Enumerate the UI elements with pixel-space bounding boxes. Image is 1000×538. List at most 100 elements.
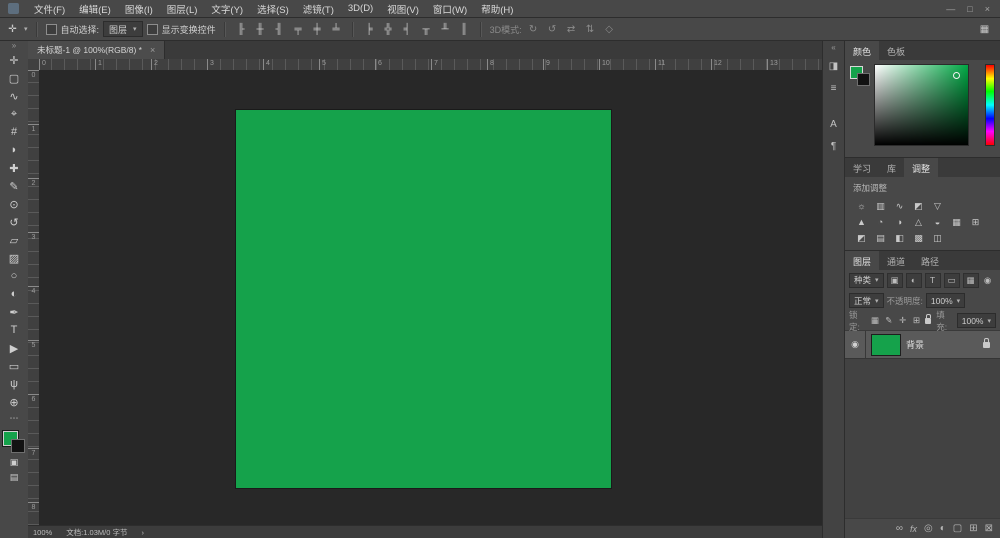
new-adjustment-icon[interactable]: ◐ [940,523,946,534]
dodge-tool[interactable]: ◐ [2,285,26,303]
3d-rotate-icon[interactable]: ↻ [526,21,541,37]
3d-slide-icon[interactable]: ⇅ [583,21,598,37]
delete-layer-icon[interactable]: ⊠ [985,523,993,534]
lock-transparency-icon[interactable]: ▦ [870,315,881,326]
menu-window[interactable]: 窗口(W) [426,2,474,16]
tab-swatches[interactable]: 色板 [879,41,913,60]
background-swatch[interactable] [857,73,870,86]
document-canvas[interactable] [236,110,611,488]
selective-color-icon[interactable]: ◫ [929,231,946,245]
auto-select-target-select[interactable]: 图层 ▾ [103,21,143,37]
edit-toolbar-icon[interactable]: ⋯ [2,411,26,426]
marquee-tool[interactable]: ▢ [2,69,26,87]
lasso-tool[interactable]: ∿ [2,87,26,105]
tab-paths[interactable]: 路径 [913,251,947,270]
path-selection-tool[interactable]: ▶ [2,339,26,357]
distribute-top-icon[interactable]: ╥ [419,21,434,37]
document-tab[interactable]: 未标题-1 @ 100%(RGB/8) * × [28,41,165,59]
lock-pixels-icon[interactable]: ✎ [883,315,894,326]
align-left-icon[interactable]: ╟ [234,21,249,37]
invert-icon[interactable]: ◩ [853,231,870,245]
lock-all-icon[interactable] [925,318,931,324]
layer-filter-select[interactable]: 种类 ▾ [849,273,884,288]
more-adjust-icon[interactable]: ▽ [929,199,946,213]
3d-scale-icon[interactable]: ◇ [602,21,617,37]
zoom-level[interactable]: 100% [33,528,52,537]
expand-panels-icon[interactable]: « [831,41,835,55]
workspace-icon[interactable]: ▦ [977,21,992,37]
show-transform-checkbox[interactable] [147,24,158,35]
align-center-h-icon[interactable]: ╫ [253,21,268,37]
paragraph-panel-icon[interactable]: ¶ [824,135,843,157]
add-mask-icon[interactable]: ◎ [924,523,933,534]
saturation-brightness-picker[interactable] [874,64,969,146]
app-icon[interactable] [8,3,19,14]
background-color-swatch[interactable] [11,439,25,453]
layer-effects-icon[interactable]: fx [910,524,917,534]
visibility-toggle[interactable]: ◉ [845,331,866,358]
lock-position-icon[interactable]: ✛ [897,315,908,326]
photo-filter-icon[interactable]: ◒ [929,215,946,229]
distribute-bottom-icon[interactable]: ╨ [438,21,453,37]
distribute-vertical-icon[interactable]: ║ [457,21,472,37]
minimize-button[interactable]: — [946,4,955,14]
color-balance-icon[interactable]: ◑ [891,215,908,229]
filter-shape-icon[interactable]: ▭ [944,273,960,288]
auto-select-checkbox[interactable] [46,24,57,35]
color-lookup-icon[interactable]: ⊞ [967,215,984,229]
toolbar-collapse-icon[interactable]: » [12,41,16,51]
brush-tool[interactable]: ✎ [2,177,26,195]
opacity-select[interactable]: 100% ▾ [926,293,965,308]
canvas-viewport[interactable] [39,70,823,526]
channel-mixer-icon[interactable]: ▦ [948,215,965,229]
filter-pixel-icon[interactable]: ▣ [887,273,903,288]
exposure-icon[interactable]: ◩ [910,199,927,213]
blend-mode-select[interactable]: 正常 ▾ [849,293,884,308]
menu-3d[interactable]: 3D(D) [341,3,380,14]
menu-filter[interactable]: 滤镜(T) [296,2,341,16]
color-cursor[interactable] [953,72,960,79]
distribute-left-icon[interactable]: ╞ [362,21,377,37]
levels-icon[interactable]: ▥ [872,199,889,213]
move-tool[interactable]: ✛ [2,51,26,69]
menu-select[interactable]: 选择(S) [250,2,296,16]
tab-channels[interactable]: 通道 [879,251,913,270]
layer-thumbnail[interactable] [872,335,900,355]
distribute-right-icon[interactable]: ╡ [400,21,415,37]
menu-help[interactable]: 帮助(H) [474,2,520,16]
distribute-center-h-icon[interactable]: ╬ [381,21,396,37]
hand-tool[interactable]: ψ [2,375,26,393]
quick-selection-tool[interactable]: ⌖ [2,105,26,123]
status-menu-chevron-icon[interactable]: › [141,528,144,537]
vibrance-icon[interactable]: ▲ [853,215,870,229]
filter-toggle-icon[interactable]: ◉ [982,275,994,286]
tab-libraries[interactable]: 库 [879,158,904,177]
menu-file[interactable]: 文件(F) [27,2,72,16]
hue-slider[interactable] [985,64,995,146]
eyedropper-tool[interactable]: ◗ [2,141,26,159]
layer-lock-icon[interactable] [983,342,990,348]
crop-tool[interactable]: # [2,123,26,141]
history-panel-icon[interactable]: ◨ [824,55,843,77]
curves-icon[interactable]: ∿ [891,199,908,213]
posterize-icon[interactable]: ▤ [872,231,889,245]
gradient-tool[interactable]: ▨ [2,249,26,267]
hue-saturation-icon[interactable]: ◔ [872,215,889,229]
layer-row-background[interactable]: ◉ 背景 [845,331,1000,359]
close-button[interactable]: × [985,4,990,14]
lock-artboard-icon[interactable]: ⊞ [911,315,922,326]
maximize-button[interactable]: □ [967,4,972,14]
tab-adjustments[interactable]: 调整 [904,158,938,177]
menu-edit[interactable]: 编辑(E) [72,2,118,16]
quick-mask-icon[interactable]: ▣ [2,455,26,470]
menu-type[interactable]: 文字(Y) [204,2,250,16]
tool-preset-caret-icon[interactable]: ▾ [24,25,28,33]
properties-panel-icon[interactable]: ≡ [824,77,843,99]
blur-tool[interactable]: ○ [2,267,26,285]
align-right-icon[interactable]: ╢ [272,21,287,37]
new-layer-icon[interactable]: ⊞ [969,523,977,534]
link-layers-icon[interactable]: ∞ [896,523,903,534]
menu-view[interactable]: 视图(V) [380,2,426,16]
align-top-icon[interactable]: ╤ [291,21,306,37]
align-bottom-icon[interactable]: ╧ [329,21,344,37]
